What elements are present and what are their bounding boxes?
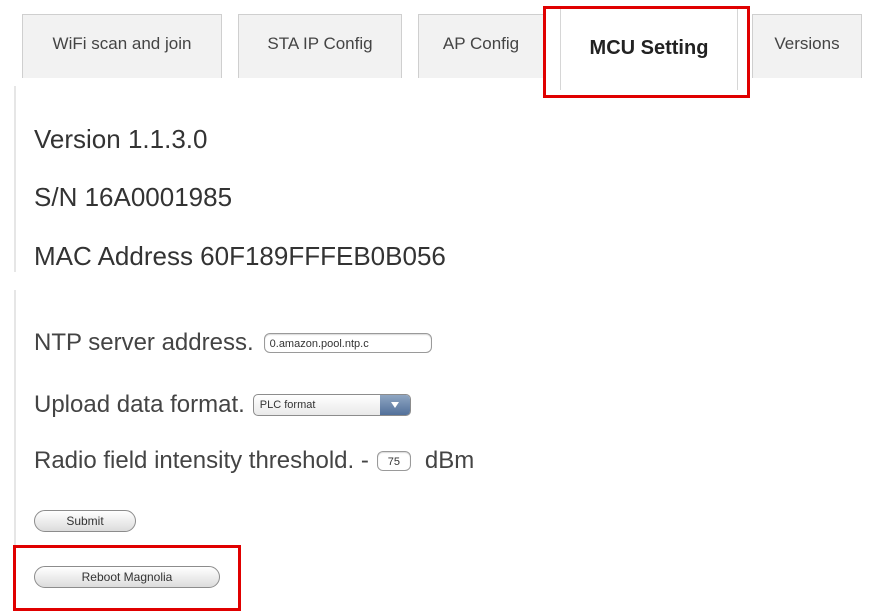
tab-wifi-scan-and-join[interactable]: WiFi scan and join [22, 14, 222, 78]
panel-left-border [14, 86, 16, 272]
tab-sta-ip-config[interactable]: STA IP Config [238, 14, 402, 78]
ntp-label: NTP server address. [34, 329, 254, 356]
tab-ap-config[interactable]: AP Config [418, 14, 544, 78]
submit-button[interactable]: Submit [34, 510, 136, 532]
version-text: Version 1.1.3.0 [34, 124, 208, 154]
upload-format-select[interactable]: PLC format [252, 394, 411, 416]
upload-format-value: PLC format [259, 399, 316, 411]
radio-threshold-input[interactable]: 75 [376, 451, 411, 471]
radio-unit-label: dBm [424, 447, 475, 474]
upload-format-row: Upload data format. PLC format [34, 391, 411, 419]
tab-label: STA IP Config [267, 34, 373, 53]
chevron-down-icon [379, 395, 410, 415]
tab-mcu-setting[interactable]: MCU Setting [560, 6, 738, 90]
panel-left-border [14, 290, 16, 611]
tab-label: MCU Setting [589, 37, 709, 59]
ntp-server-input[interactable]: 0.amazon.pool.ntp.c [263, 333, 432, 353]
mac-address-text: MAC Address 60F189FFFEB0B056 [34, 241, 446, 271]
reboot-magnolia-button[interactable]: Reboot Magnolia [34, 566, 220, 588]
radio-threshold-label: Radio field intensity threshold. - [34, 447, 369, 474]
radio-threshold-row: Radio field intensity threshold. - 75 dB… [34, 447, 474, 475]
tab-label: WiFi scan and join [52, 34, 192, 53]
tab-versions[interactable]: Versions [752, 14, 862, 78]
mcu-settings-page: WiFi scan and join STA IP Config AP Conf… [0, 0, 892, 611]
ntp-row: NTP server address. 0.amazon.pool.ntp.c [34, 329, 432, 357]
tab-label: AP Config [442, 34, 520, 53]
tab-label: Versions [774, 34, 840, 53]
serial-number-text: S/N 16A0001985 [34, 182, 233, 212]
upload-format-label: Upload data format. [34, 391, 245, 418]
